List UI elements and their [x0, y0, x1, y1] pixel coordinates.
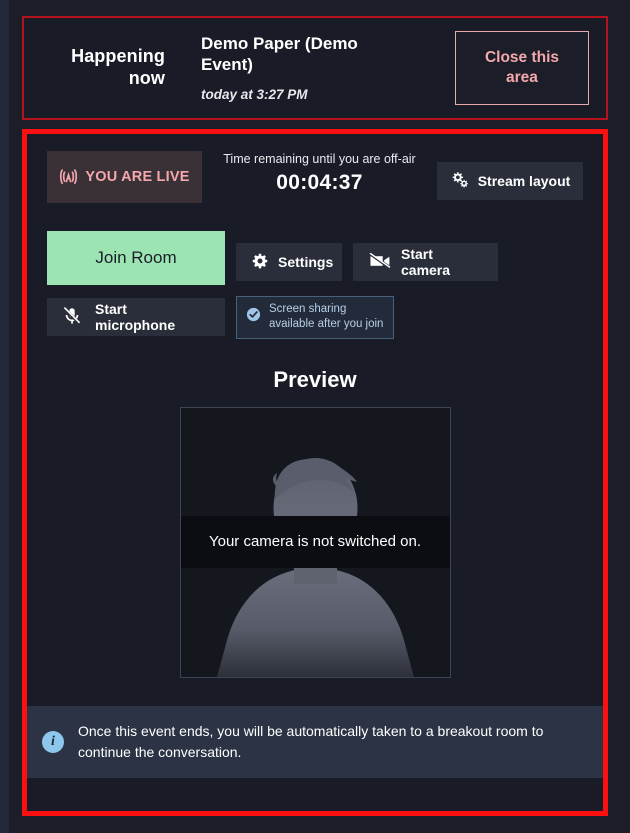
gears-icon [450, 171, 469, 191]
event-title: Demo Paper (Demo Event) [201, 34, 358, 74]
join-room-label: Join Room [95, 248, 177, 267]
you-are-live-badge: YOU ARE LIVE [47, 151, 202, 203]
stream-layout-button[interactable]: Stream layout [437, 162, 583, 200]
event-time: today at 3:27 PM [201, 86, 308, 102]
call-controls-row-2: Start microphone Screen sharing availabl… [47, 296, 583, 339]
call-controls-row-1: Join Room Settings Start camera [47, 231, 583, 285]
info-icon: i [42, 730, 64, 753]
preview-heading: Preview [273, 366, 357, 392]
app-root: Happening now Demo Paper (Demo Event) to… [0, 0, 630, 833]
start-microphone-label: Start microphone [95, 301, 176, 334]
event-info: Demo Paper (Demo Event) today at 3:27 PM [179, 34, 455, 101]
happening-now-label-line2: now [128, 68, 165, 88]
gear-icon [252, 253, 268, 272]
settings-label: Settings [278, 254, 334, 270]
join-room-button[interactable]: Join Room [47, 231, 225, 285]
happening-now-label-line1: Happening [71, 46, 165, 67]
start-microphone-button[interactable]: Start microphone [47, 298, 225, 337]
live-session-content: YOU ARE LIVE Time remaining until you ar… [27, 134, 603, 811]
screen-sharing-note-line2: after you join [317, 318, 384, 331]
settings-button[interactable]: Settings [236, 243, 342, 281]
close-this-area-button[interactable]: Close this area [455, 31, 589, 105]
camera-off-message-text: Your camera is not switched on. [208, 533, 422, 551]
breakout-room-info-text: Once this event ends, you will be automa… [78, 722, 544, 760]
happening-now-label: Happening now [24, 46, 179, 90]
stream-layout-label: Stream layout [477, 173, 571, 189]
close-this-area-button-label: Close this area [485, 48, 559, 88]
microphone-off-icon [63, 306, 81, 328]
start-camera-label: Start camera [401, 246, 451, 278]
check-circle-icon [246, 307, 261, 327]
off-air-timer-label: Time remaining until you are off-air [223, 152, 416, 166]
camera-off-icon [369, 252, 391, 272]
screen-sharing-note-text: Screen sharing available after you join [269, 302, 384, 333]
off-air-timer-value: 00:04:37 [276, 171, 363, 194]
breakout-room-info-banner: i Once this event ends, you will be auto… [27, 705, 603, 778]
screen-sharing-note: Screen sharing available after you join [236, 296, 394, 339]
call-controls: Join Room Settings Start camera Start mi… [47, 231, 583, 339]
happening-now-panel: Happening now Demo Paper (Demo Event) to… [22, 16, 608, 120]
camera-off-message: Your camera is not switched on. [180, 515, 450, 568]
start-camera-button[interactable]: Start camera [353, 243, 498, 281]
camera-preview: Your camera is not switched on. [179, 406, 451, 678]
broadcast-icon [59, 169, 78, 185]
you-are-live-label: YOU ARE LIVE [85, 169, 190, 185]
left-edge-strip [0, 0, 9, 833]
close-button-line2: area [506, 69, 538, 86]
off-air-timer: Time remaining until you are off-air 00:… [202, 151, 437, 195]
live-session-panel: YOU ARE LIVE Time remaining until you ar… [22, 129, 608, 816]
live-status-row: YOU ARE LIVE Time remaining until you ar… [47, 151, 583, 205]
close-button-line1: Close this [484, 48, 560, 66]
